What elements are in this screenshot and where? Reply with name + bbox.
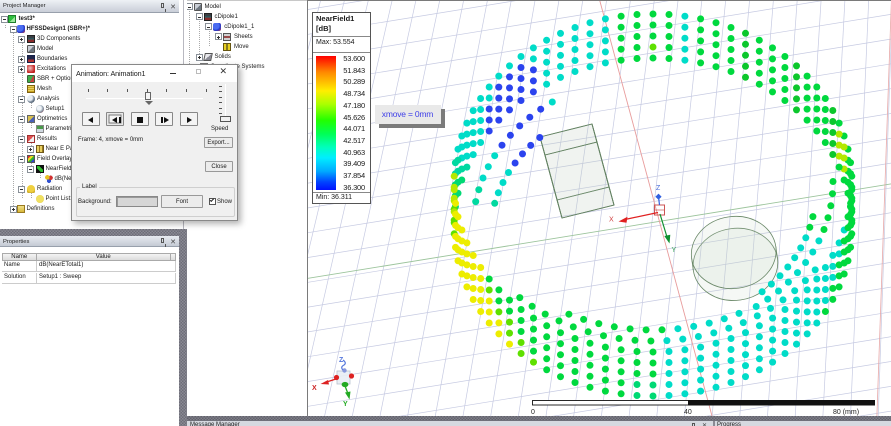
svg-text:Z: Z	[656, 185, 661, 192]
svg-text:X: X	[609, 217, 614, 224]
svg-text:0: 0	[531, 409, 535, 416]
svg-text:Z: Z	[339, 357, 344, 364]
svg-text:Y: Y	[672, 247, 677, 254]
svg-text:80 (mm): 80 (mm)	[833, 409, 859, 416]
svg-text:X: X	[312, 385, 317, 392]
svg-text:40: 40	[684, 409, 692, 416]
svg-text:Y: Y	[343, 401, 348, 408]
